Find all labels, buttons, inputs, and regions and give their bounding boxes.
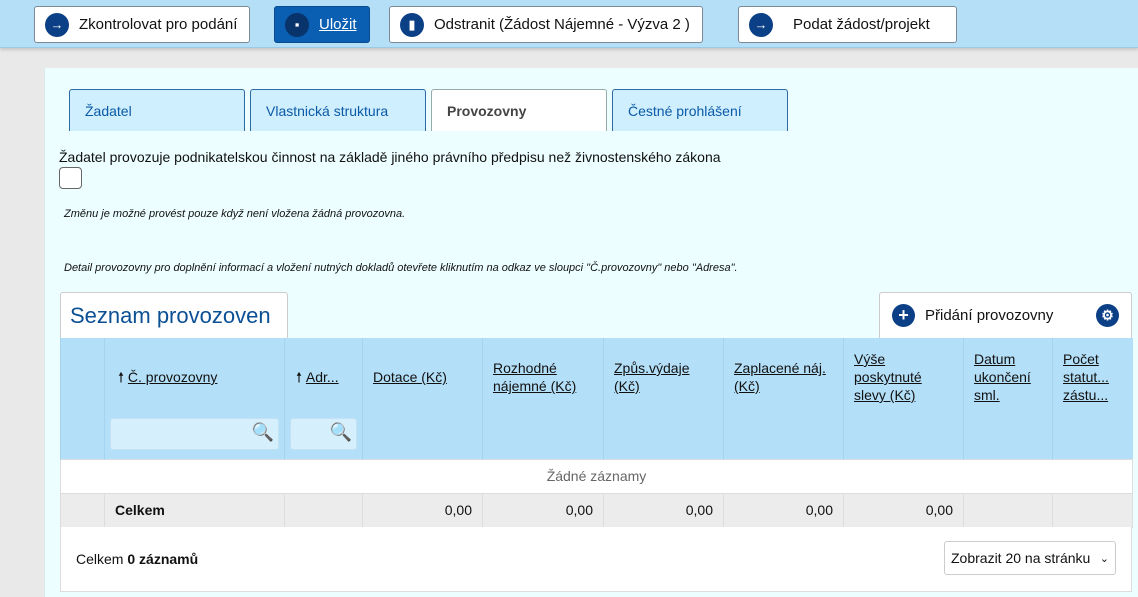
total-vyse-slevy: 0,00	[843, 492, 964, 528]
tab-provozovny[interactable]: Provozovny	[431, 89, 607, 131]
search-icon: 🔍	[329, 422, 352, 442]
total-dotace: 0,00	[362, 492, 483, 528]
column-header-c-provozovny[interactable]: Č. provozovny	[128, 368, 217, 386]
search-icon: 🔍	[251, 422, 274, 442]
business-checkbox[interactable]	[59, 167, 82, 189]
trash-icon: ▮	[400, 12, 424, 37]
list-title: Seznam provozoven	[60, 292, 288, 338]
tab-zadatel[interactable]: Žadatel	[69, 89, 245, 131]
plus-icon: +	[892, 304, 915, 327]
delete-button[interactable]: ▮ Odstranit (Žádost Nájemné - Výzva 2 )	[389, 6, 703, 43]
column-header-datum-ukonceni[interactable]: Datum ukončení sml.	[974, 350, 1042, 404]
note-change: Změnu je možné provést pouze když není v…	[64, 208, 406, 220]
column-header-zaplacene-naj[interactable]: Zaplacené náj. (Kč)	[734, 359, 833, 395]
note-detail: Detail provozovny pro doplnění informací…	[64, 262, 738, 274]
gear-icon[interactable]: ⚙	[1096, 304, 1119, 327]
filter-adresa[interactable]: 🔍	[290, 418, 357, 450]
tab-cestne-prohlaseni[interactable]: Čestné prohlášení	[612, 89, 788, 131]
column-header-vyse-slevy[interactable]: Výše poskytnuté slevy (Kč)	[854, 350, 953, 404]
provozovny-table: 🠕 Č. provozovny 🔍 🠕 Adr... 🔍 Dotace (Kč) R…	[60, 338, 1133, 528]
total-label: Celkem	[104, 492, 285, 528]
check-button[interactable]: → Zkontrolovat pro podání	[34, 6, 251, 43]
toolbar: → Zkontrolovat pro podání ▪ Uložit ▮ Odstra…	[0, 0, 1138, 48]
empty-message: Žádné záznamy	[60, 458, 1133, 494]
record-count: Celkem 0 záznamů	[76, 551, 199, 567]
sort-up-icon: 🠕	[118, 369, 125, 385]
column-header-rozhodne-najemne[interactable]: Rozhodné nájemné (Kč)	[493, 359, 593, 395]
column-header-dotace[interactable]: Dotace (Kč)	[373, 368, 447, 386]
filter-c-provozovny[interactable]: 🔍	[110, 418, 279, 450]
total-rozhodne-najemne: 0,00	[482, 492, 604, 528]
column-header-adresa[interactable]: Adr...	[306, 368, 339, 386]
save-button[interactable]: ▪ Uložit	[274, 6, 370, 43]
select-column-header	[60, 338, 105, 459]
add-provozovna-bar: + Přidání provozovny ⚙	[879, 292, 1132, 338]
sort-up-icon: 🠕	[296, 369, 303, 385]
total-zaplacene-naj: 0,00	[723, 492, 844, 528]
total-row: Celkem 0,00 0,00 0,00 0,00 0,00	[60, 492, 1133, 528]
arrow-right-icon: →	[45, 12, 69, 37]
chevron-down-icon: ⌄	[1099, 552, 1109, 565]
submit-button[interactable]: → Podat žádost/projekt	[738, 6, 957, 43]
floppy-icon: ▪	[285, 12, 309, 37]
tab-vlastnicka-struktura[interactable]: Vlastnická struktura	[250, 89, 426, 131]
checkbox-label: Žadatel provozuje podnikatelskou činnost…	[59, 149, 721, 165]
arrow-right-icon: →	[749, 12, 773, 37]
column-header-zpus-vydaje[interactable]: Způs.výdaje (Kč)	[614, 359, 713, 395]
table-footer: Celkem 0 záznamů Zobrazit 20 na stránku ⌄	[60, 527, 1132, 592]
column-header-pocet-statutaru[interactable]: Počet statut... zástu...	[1063, 350, 1123, 404]
add-provozovna-button[interactable]: + Přidání provozovny	[892, 304, 1053, 327]
total-zpus-vydaje: 0,00	[603, 492, 724, 528]
page-size-select[interactable]: Zobrazit 20 na stránku ⌄	[944, 541, 1116, 575]
